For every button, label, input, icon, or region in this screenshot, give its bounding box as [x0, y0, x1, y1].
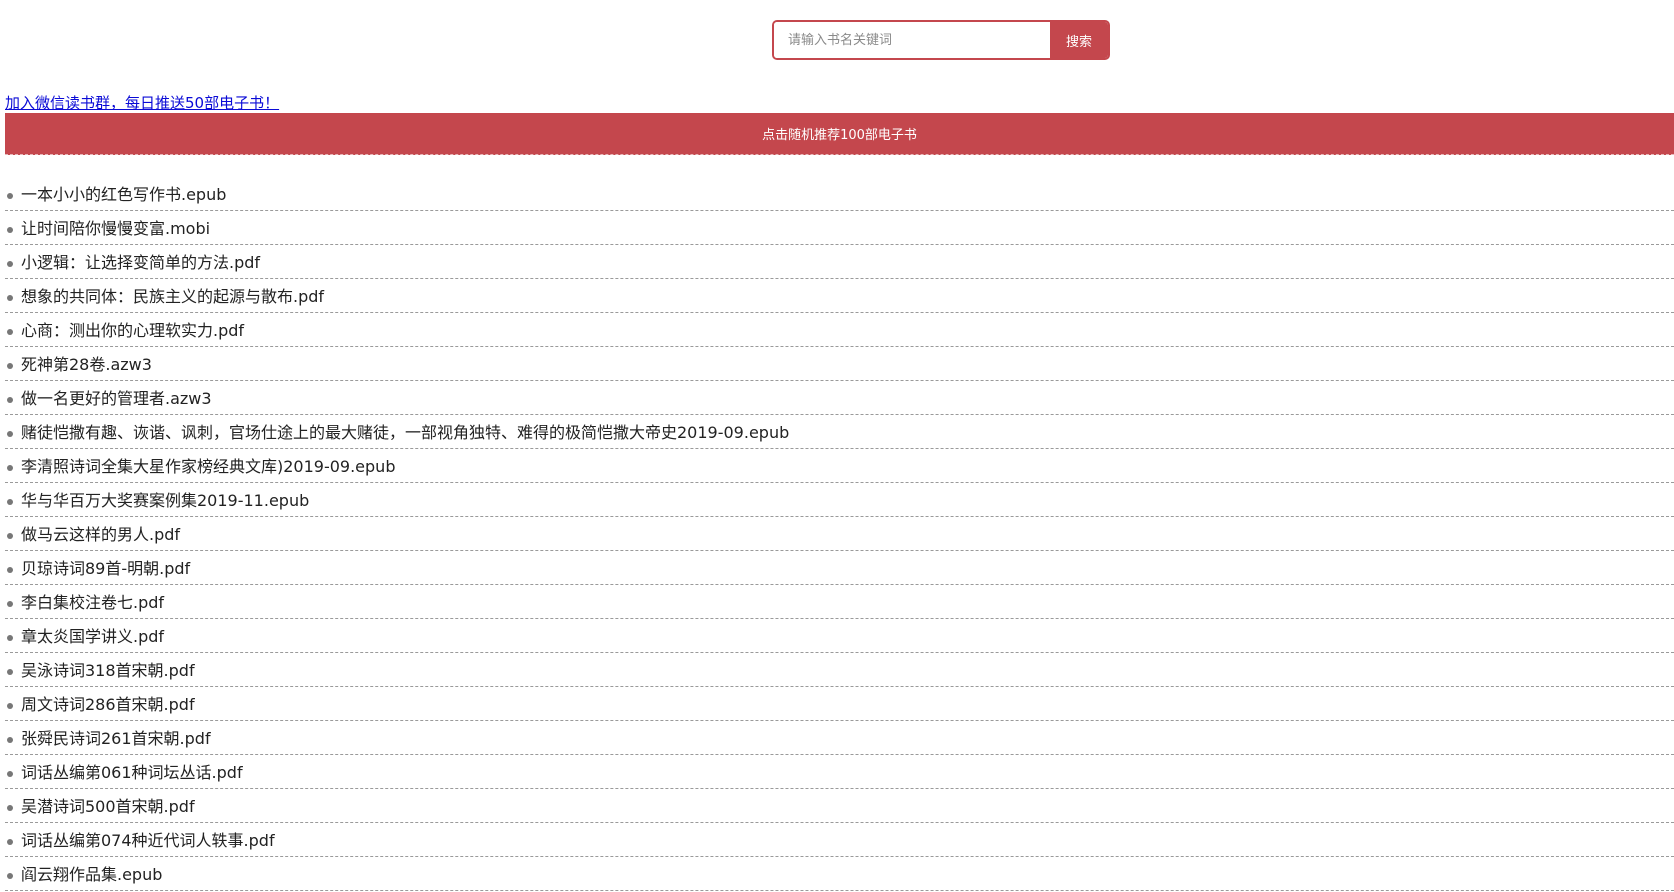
- book-title: 张舜民诗词261首宋朝.pdf: [21, 729, 211, 748]
- list-item[interactable]: 死神第28卷.azw3: [5, 347, 1674, 381]
- bullet-icon: [7, 397, 13, 403]
- bullet-icon: [7, 363, 13, 369]
- bullet-icon: [7, 703, 13, 709]
- book-title: 李清照诗词全集大星作家榜经典文库)2019-09.epub: [21, 457, 396, 476]
- bullet-icon: [7, 839, 13, 845]
- list-item[interactable]: 词话丛编第074种近代词人轶事.pdf: [5, 823, 1674, 857]
- random-recommend-button[interactable]: 点击随机推荐100部电子书: [5, 113, 1674, 155]
- search-bar: 搜索: [772, 20, 1110, 60]
- list-item[interactable]: 贝琼诗词89首-明朝.pdf: [5, 551, 1674, 585]
- book-title: 李白集校注卷七.pdf: [21, 593, 165, 612]
- list-item[interactable]: 心商：测出你的心理软实力.pdf: [5, 313, 1674, 347]
- search-input[interactable]: [774, 22, 1050, 58]
- list-item[interactable]: 词话丛编第061种词坛丛话.pdf: [5, 755, 1674, 789]
- list-item[interactable]: 吴泳诗词318首宋朝.pdf: [5, 653, 1674, 687]
- list-item[interactable]: 周文诗词286首宋朝.pdf: [5, 687, 1674, 721]
- wechat-group-link[interactable]: 加入微信读书群，每日推送50部电子书！: [5, 93, 279, 113]
- bullet-icon: [7, 329, 13, 335]
- book-title: 章太炎国学讲义.pdf: [21, 627, 165, 646]
- list-item[interactable]: 赌徒恺撒有趣、诙谐、讽刺，官场仕途上的最大赌徒，一部视角独特、难得的极简恺撒大帝…: [5, 415, 1674, 449]
- bullet-icon: [7, 737, 13, 743]
- book-list: 一本小小的红色写作书.epub 让时间陪你慢慢变富.mobi 小逻辑：让选择变简…: [5, 177, 1674, 891]
- book-title: 小逻辑：让选择变简单的方法.pdf: [21, 253, 261, 272]
- book-title: 吴泳诗词318首宋朝.pdf: [21, 661, 195, 680]
- book-title: 想象的共同体：民族主义的起源与散布.pdf: [21, 287, 325, 306]
- book-title: 吴潜诗词500首宋朝.pdf: [21, 797, 195, 816]
- random-recommend-label: 点击随机推荐100部电子书: [762, 128, 917, 143]
- book-title: 死神第28卷.azw3: [21, 355, 152, 374]
- bullet-icon: [7, 431, 13, 437]
- book-title: 阎云翔作品集.epub: [21, 865, 163, 884]
- bullet-icon: [7, 193, 13, 199]
- list-item[interactable]: 让时间陪你慢慢变富.mobi: [5, 211, 1674, 245]
- book-title: 做一名更好的管理者.azw3: [21, 389, 212, 408]
- list-item[interactable]: 小逻辑：让选择变简单的方法.pdf: [5, 245, 1674, 279]
- list-item[interactable]: 张舜民诗词261首宋朝.pdf: [5, 721, 1674, 755]
- list-item[interactable]: 李清照诗词全集大星作家榜经典文库)2019-09.epub: [5, 449, 1674, 483]
- list-item[interactable]: 李白集校注卷七.pdf: [5, 585, 1674, 619]
- bullet-icon: [7, 261, 13, 267]
- book-title: 一本小小的红色写作书.epub: [21, 185, 227, 204]
- book-title: 做马云这样的男人.pdf: [21, 525, 181, 544]
- bullet-icon: [7, 771, 13, 777]
- book-title: 心商：测出你的心理软实力.pdf: [21, 321, 245, 340]
- bullet-icon: [7, 805, 13, 811]
- list-item[interactable]: 吴潜诗词500首宋朝.pdf: [5, 789, 1674, 823]
- bullet-icon: [7, 227, 13, 233]
- bullet-icon: [7, 669, 13, 675]
- list-item[interactable]: 做一名更好的管理者.azw3: [5, 381, 1674, 415]
- list-item[interactable]: 一本小小的红色写作书.epub: [5, 177, 1674, 211]
- book-title: 贝琼诗词89首-明朝.pdf: [21, 559, 191, 578]
- bullet-icon: [7, 567, 13, 573]
- book-title: 赌徒恺撒有趣、诙谐、讽刺，官场仕途上的最大赌徒，一部视角独特、难得的极简恺撒大帝…: [21, 423, 790, 442]
- bullet-icon: [7, 533, 13, 539]
- book-title: 词话丛编第074种近代词人轶事.pdf: [21, 831, 275, 850]
- list-item[interactable]: 华与华百万大奖赛案例集2019-11.epub: [5, 483, 1674, 517]
- list-item[interactable]: 做马云这样的男人.pdf: [5, 517, 1674, 551]
- bullet-icon: [7, 499, 13, 505]
- bullet-icon: [7, 601, 13, 607]
- book-title: 华与华百万大奖赛案例集2019-11.epub: [21, 491, 310, 510]
- bullet-icon: [7, 295, 13, 301]
- list-item[interactable]: 阎云翔作品集.epub: [5, 857, 1674, 891]
- book-title: 周文诗词286首宋朝.pdf: [21, 695, 195, 714]
- bullet-icon: [7, 635, 13, 641]
- list-item[interactable]: 章太炎国学讲义.pdf: [5, 619, 1674, 653]
- bullet-icon: [7, 465, 13, 471]
- search-button[interactable]: 搜索: [1050, 22, 1108, 58]
- book-title: 让时间陪你慢慢变富.mobi: [21, 219, 211, 238]
- list-item[interactable]: 想象的共同体：民族主义的起源与散布.pdf: [5, 279, 1674, 313]
- book-title: 词话丛编第061种词坛丛话.pdf: [21, 763, 243, 782]
- bullet-icon: [7, 873, 13, 879]
